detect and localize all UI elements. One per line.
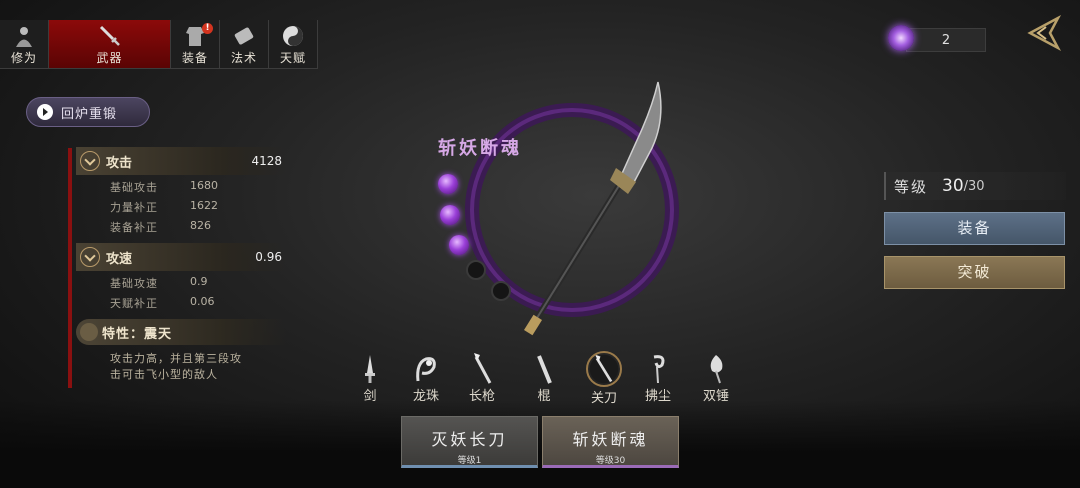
guandao-weapon-icon	[523, 81, 662, 336]
weapon-type-whisk[interactable]: 拂尘	[636, 353, 680, 404]
whisk-icon	[653, 355, 665, 384]
reforge-label: 回炉重锻	[61, 106, 118, 122]
weapon-type-label: 剑	[363, 389, 377, 404]
play-icon	[37, 104, 53, 120]
dragon-orb-icon	[416, 357, 436, 382]
taiji-icon	[283, 26, 303, 46]
weapon-type-label: 拂尘	[644, 389, 671, 404]
speed-title: 攻速	[106, 251, 133, 267]
stat-row: 基础攻击 1680	[110, 179, 218, 194]
purple-gem-icon	[888, 25, 914, 51]
tab-label: 法术	[230, 51, 257, 65]
orb-filled	[449, 235, 469, 255]
weapon-type-double-hammer[interactable]: 双锤	[694, 353, 738, 404]
breakthrough-button[interactable]: 突破	[884, 256, 1065, 289]
weapon-card-selected[interactable]: 斩妖断魂 等级30	[542, 416, 679, 468]
reforge-button[interactable]: 回炉重锻	[26, 97, 150, 127]
currency-counter: 2	[906, 28, 986, 52]
tab-label: 武器	[96, 51, 123, 65]
weapon-type-sword[interactable]: 剑	[348, 353, 392, 404]
orb-empty	[491, 281, 511, 301]
back-icon[interactable]	[1024, 14, 1062, 52]
level-max: /30	[963, 178, 985, 194]
sword-icon	[365, 355, 375, 383]
level-display: 等级 30 /30	[884, 172, 1066, 200]
weapon-type-label: 龙珠	[412, 389, 439, 404]
tab-spells[interactable]: 法术	[220, 20, 269, 69]
speed-value: 0.96	[255, 250, 282, 264]
equip-button[interactable]: 装备	[884, 212, 1065, 245]
top-tab-bar: 修为 武器 ! 装备 法术 天赋	[0, 20, 318, 69]
orb-filled	[440, 205, 460, 225]
attack-value: 4128	[251, 154, 282, 168]
level-value: 30	[942, 176, 964, 196]
level-label: 等级	[894, 177, 929, 196]
weapon-type-label: 棍	[537, 389, 551, 404]
attack-section-header[interactable]: 攻击 4128	[76, 147, 286, 175]
weapon-type-dragon-orb[interactable]: 龙珠	[404, 353, 448, 404]
weapon-type-label: 关刀	[590, 391, 617, 406]
stat-row: 基础攻速 0.9	[110, 275, 208, 290]
trait-emblem-icon	[80, 323, 98, 341]
tab-cultivation[interactable]: 修为	[0, 20, 49, 69]
spear-icon	[474, 353, 492, 384]
attack-title: 攻击	[106, 155, 133, 171]
weapon-card-name: 斩妖断魂	[572, 430, 649, 449]
trait-title: 特性：震天	[102, 326, 173, 342]
orb-empty	[466, 260, 486, 280]
tab-label: 修为	[10, 51, 37, 65]
cultivator-icon	[16, 27, 32, 47]
guandao-icon	[586, 351, 622, 387]
weapon-type-spear[interactable]: 长枪	[460, 353, 504, 404]
speed-section-header[interactable]: 攻速 0.96	[76, 243, 286, 271]
weapon-type-staff[interactable]: 棍	[522, 353, 566, 404]
weapon-name: 斩妖断魂	[438, 138, 522, 159]
tab-equipment[interactable]: ! 装备	[171, 20, 220, 69]
tab-talent[interactable]: 天赋	[269, 20, 318, 69]
stat-row: 天赋补正 0.06	[110, 295, 215, 310]
notification-badge: !	[202, 23, 213, 34]
weapon-type-label: 双锤	[702, 389, 729, 404]
floor-shadow	[0, 400, 1080, 488]
scroll-icon	[234, 27, 254, 45]
weapon-card[interactable]: 灭妖长刀 等级1	[401, 416, 538, 468]
chevron-down-icon	[80, 151, 100, 171]
currency-value: 2	[941, 32, 951, 48]
stats-accent-bar	[68, 148, 72, 388]
weapon-card-name: 灭妖长刀	[431, 430, 508, 449]
weapon-card-level: 等级30	[595, 456, 626, 466]
weapon-type-guandao[interactable]: 关刀	[582, 351, 626, 406]
sword-icon	[99, 25, 120, 46]
tab-label: 装备	[181, 51, 208, 65]
stat-row: 力量补正 1622	[110, 199, 218, 214]
tab-weapon[interactable]: 武器	[49, 20, 171, 69]
trait-header: 特性：震天	[76, 319, 286, 345]
stat-row: 装备补正 826	[110, 219, 211, 234]
chevron-down-icon	[80, 247, 100, 267]
weapon-card-level: 等级1	[457, 456, 482, 466]
tab-label: 天赋	[279, 51, 306, 65]
trait-description: 攻击力高，并且第三段攻击可击飞小型的敌人	[110, 352, 242, 381]
orb-filled	[438, 174, 458, 194]
double-hammer-icon	[710, 355, 723, 384]
weapon-type-label: 长枪	[468, 389, 495, 404]
staff-icon	[537, 355, 552, 384]
